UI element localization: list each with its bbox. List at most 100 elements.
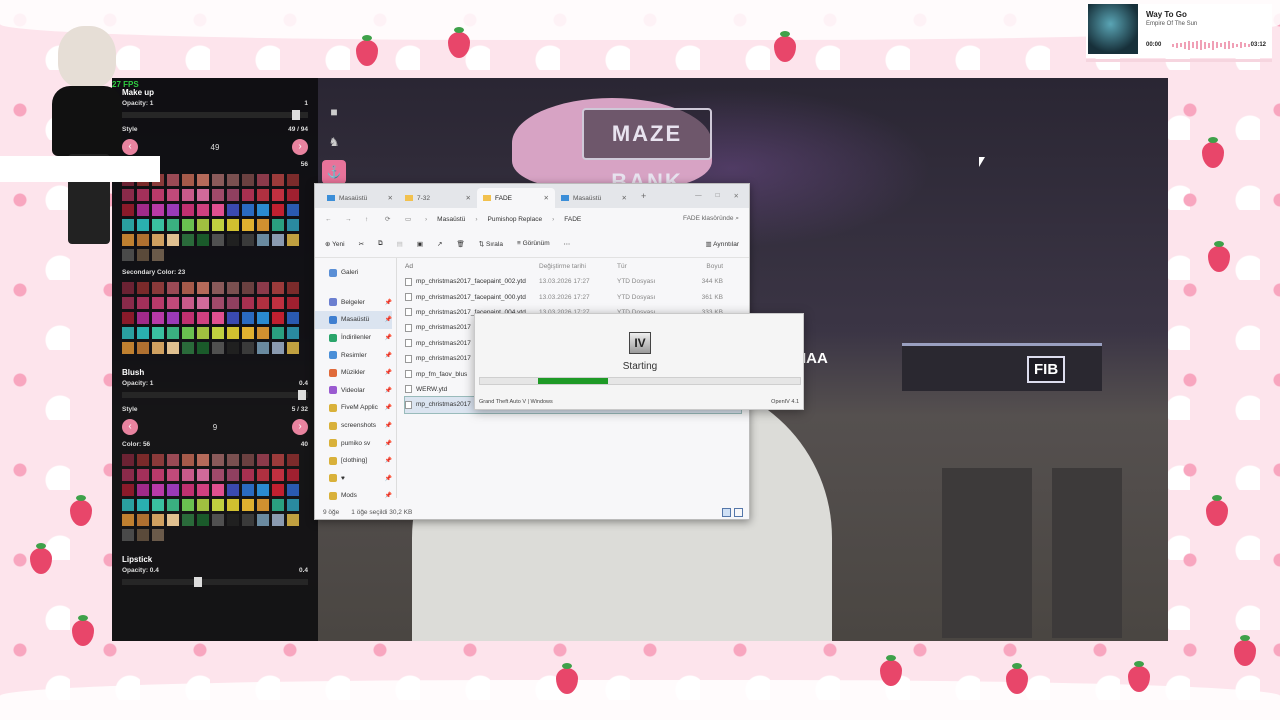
color-swatch[interactable]	[197, 469, 209, 481]
breadcrumb-item[interactable]: Masaüstü	[437, 216, 465, 223]
color-swatch[interactable]	[257, 219, 269, 231]
color-swatch[interactable]	[212, 234, 224, 246]
color-swatch[interactable]	[257, 469, 269, 481]
color-swatch[interactable]	[122, 454, 134, 466]
file-row[interactable]: mp_christmas2017_facepaint_000.ytd 13.03.…	[405, 289, 741, 304]
color-swatch[interactable]	[272, 174, 284, 186]
color-swatch[interactable]	[122, 312, 134, 324]
color-swatch[interactable]	[287, 234, 299, 246]
color-swatch[interactable]	[242, 234, 254, 246]
color-swatch[interactable]	[242, 297, 254, 309]
copy-icon[interactable]: ⧉	[378, 240, 383, 248]
rename-icon[interactable]: ▣	[417, 240, 423, 248]
color-swatch[interactable]	[137, 469, 149, 481]
color-swatch[interactable]	[197, 342, 209, 354]
color-swatch[interactable]	[122, 342, 134, 354]
color-swatch[interactable]	[287, 204, 299, 216]
color-swatch[interactable]	[272, 484, 284, 496]
color-swatch[interactable]	[242, 174, 254, 186]
color-swatch[interactable]	[287, 514, 299, 526]
color-swatch[interactable]	[272, 514, 284, 526]
color-swatch[interactable]	[287, 327, 299, 339]
color-swatch[interactable]	[257, 174, 269, 186]
color-swatch[interactable]	[182, 297, 194, 309]
color-swatch[interactable]	[287, 484, 299, 496]
color-swatch[interactable]	[137, 327, 149, 339]
color-swatch[interactable]	[137, 484, 149, 496]
color-swatch[interactable]	[212, 189, 224, 201]
back-arrow-icon[interactable]: ←	[325, 216, 335, 223]
color-swatch[interactable]	[257, 454, 269, 466]
sort-button[interactable]: ⇅ Sırala	[479, 240, 503, 248]
color-swatch[interactable]	[152, 234, 164, 246]
file-row[interactable]: mp_christmas2017_facepaint_002.ytd 13.03.…	[405, 274, 741, 289]
color-swatch[interactable]	[152, 204, 164, 216]
color-swatch[interactable]	[167, 454, 179, 466]
color-swatch[interactable]	[167, 174, 179, 186]
color-swatch[interactable]	[257, 514, 269, 526]
color-swatch[interactable]	[257, 234, 269, 246]
prev-button[interactable]: ‹	[122, 419, 138, 435]
color-swatch[interactable]	[287, 312, 299, 324]
sidebar-item[interactable]: Belgeler 📌	[329, 294, 392, 312]
color-swatch[interactable]	[242, 327, 254, 339]
share-icon[interactable]: ↗	[437, 240, 442, 248]
color-swatch[interactable]	[242, 514, 254, 526]
color-swatch[interactable]	[287, 342, 299, 354]
color-swatch[interactable]	[272, 282, 284, 294]
color-swatch[interactable]	[227, 297, 239, 309]
search-input[interactable]: FADE klasöründe ⌕	[683, 215, 739, 223]
breadcrumb-item[interactable]: FADE	[564, 216, 581, 223]
color-swatch[interactable]	[182, 499, 194, 511]
color-swatch[interactable]	[182, 514, 194, 526]
color-swatch[interactable]	[212, 469, 224, 481]
color-swatch[interactable]	[167, 189, 179, 201]
color-swatch[interactable]	[122, 282, 134, 294]
sidebar-item[interactable]: Müzikler 📌	[329, 364, 392, 382]
color-swatch[interactable]	[257, 189, 269, 201]
color-swatch[interactable]	[122, 327, 134, 339]
color-swatch[interactable]	[272, 312, 284, 324]
color-swatch[interactable]	[212, 297, 224, 309]
color-swatch[interactable]	[227, 312, 239, 324]
new-tab-icon[interactable]: +	[641, 191, 646, 201]
color-swatch[interactable]	[287, 189, 299, 201]
color-swatch[interactable]	[272, 219, 284, 231]
color-swatch[interactable]	[182, 327, 194, 339]
color-swatch[interactable]	[182, 282, 194, 294]
breadcrumb-item[interactable]: Pumishop Replace	[488, 216, 543, 223]
color-swatch[interactable]	[212, 484, 224, 496]
forward-arrow-icon[interactable]: →	[345, 216, 355, 223]
sidebar-item[interactable]: FiveM Applic 📌	[329, 399, 392, 417]
close-tab-icon[interactable]: ✕	[466, 194, 471, 202]
next-button[interactable]: ›	[291, 419, 308, 435]
sidebar-item[interactable]: Videolar 📌	[329, 382, 392, 400]
color-swatch[interactable]	[182, 342, 194, 354]
color-swatch[interactable]	[242, 469, 254, 481]
column-name[interactable]: Ad	[405, 263, 539, 270]
color-swatch[interactable]	[227, 204, 239, 216]
sidebar-item[interactable]: İndirilenler 📌	[329, 329, 392, 347]
color-swatch[interactable]	[137, 297, 149, 309]
color-swatch[interactable]	[287, 297, 299, 309]
view-button[interactable]: ≡ Görünüm	[517, 240, 550, 247]
color-swatch[interactable]	[242, 189, 254, 201]
color-swatch[interactable]	[227, 327, 239, 339]
new-button[interactable]: ⊕ Yeni	[325, 240, 345, 248]
color-swatch[interactable]	[212, 204, 224, 216]
color-swatch[interactable]	[212, 174, 224, 186]
color-swatch[interactable]	[122, 484, 134, 496]
color-swatch[interactable]	[287, 282, 299, 294]
blush-opacity-slider[interactable]	[122, 390, 308, 400]
color-swatch[interactable]	[227, 454, 239, 466]
color-swatch[interactable]	[182, 174, 194, 186]
color-swatch[interactable]	[182, 219, 194, 231]
color-swatch[interactable]	[167, 342, 179, 354]
color-swatch[interactable]	[227, 189, 239, 201]
color-swatch[interactable]	[182, 454, 194, 466]
color-swatch[interactable]	[242, 219, 254, 231]
color-swatch[interactable]	[137, 342, 149, 354]
color-swatch[interactable]	[227, 282, 239, 294]
column-size[interactable]: Boyut	[683, 263, 723, 270]
color-swatch[interactable]	[197, 204, 209, 216]
